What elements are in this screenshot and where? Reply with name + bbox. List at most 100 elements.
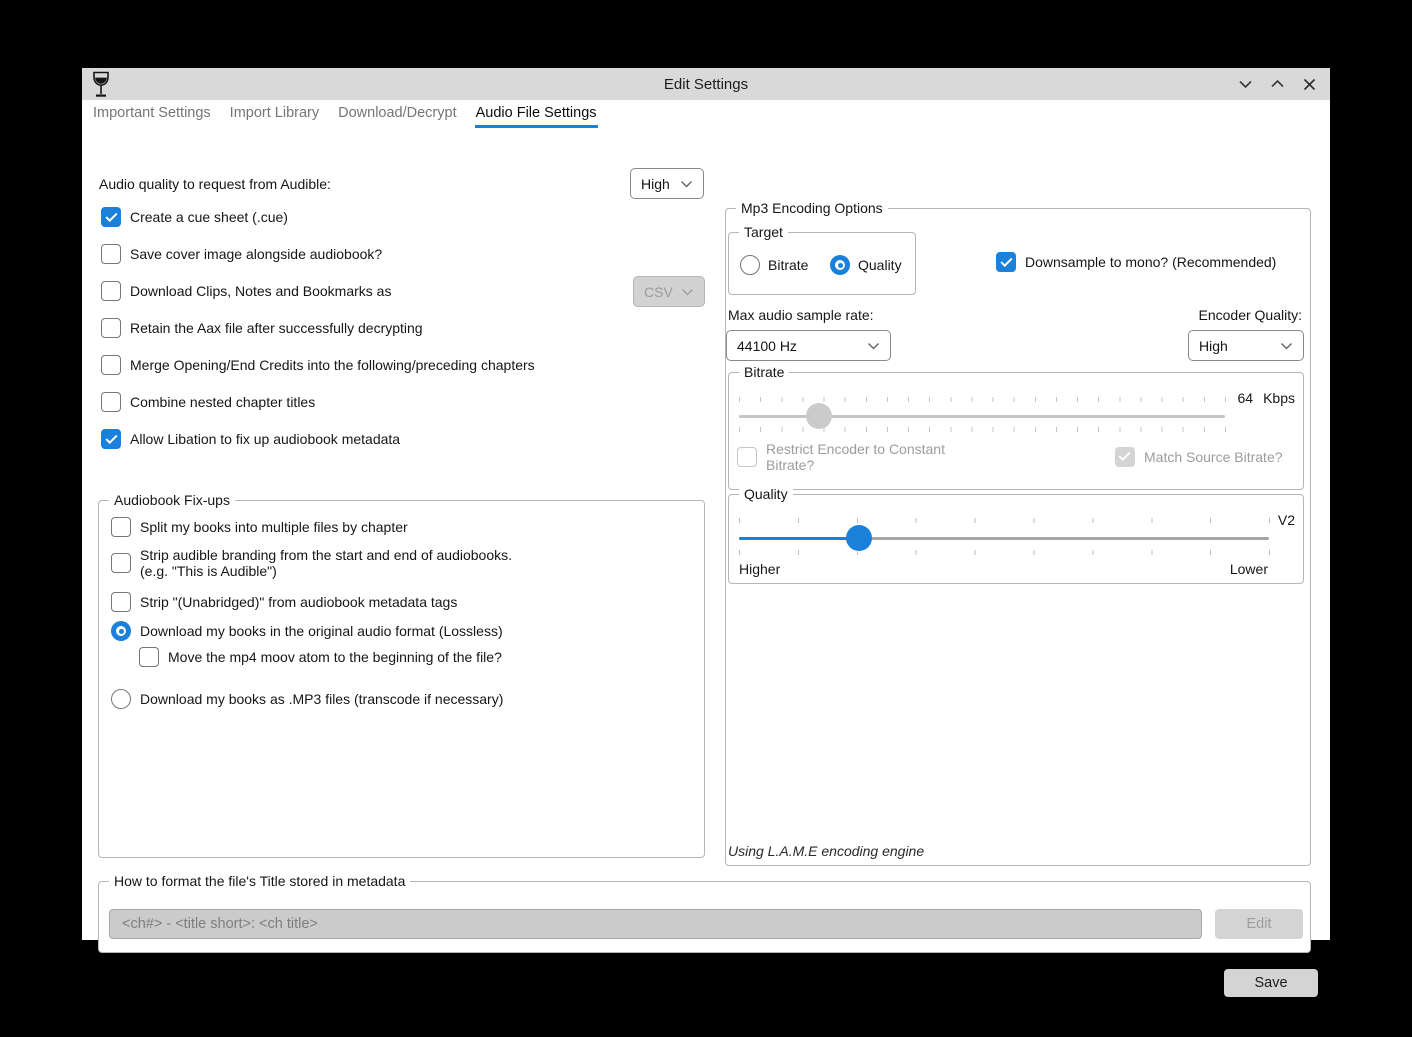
encoder-quality-dropdown[interactable]: High [1188, 330, 1304, 361]
download-clips-row: Download Clips, Notes and Bookmarks as [101, 281, 391, 301]
chevron-down-icon [680, 180, 693, 188]
bitrate-slider-thumb [806, 403, 832, 429]
tab-import-library[interactable]: Import Library [229, 100, 320, 128]
save-button[interactable]: Save [1224, 969, 1318, 997]
strip-branding-label: Strip audible branding from the start an… [140, 547, 512, 579]
moov-atom-checkbox[interactable] [139, 647, 159, 667]
bitrate-value-row: 64 Kbps [1238, 390, 1296, 406]
minimize-button[interactable] [1234, 73, 1256, 95]
titlebar[interactable]: Edit Settings [82, 68, 1330, 100]
match-source-row: Match Source Bitrate? [1115, 447, 1283, 467]
mp3-files-label: Download my books as .MP3 files (transco… [140, 691, 503, 707]
chevron-down-icon [681, 288, 694, 296]
save-cover-label: Save cover image alongside audiobook? [130, 246, 382, 262]
clips-format-dropdown: CSV [633, 276, 705, 307]
target-group: Target Bitrate Quality [728, 232, 916, 295]
quality-higher-label: Higher [739, 561, 780, 577]
bitrate-ticks-top [739, 397, 1227, 402]
mp3-files-radio[interactable] [111, 689, 131, 709]
target-quality-radio[interactable] [830, 255, 850, 275]
target-bitrate-label: Bitrate [768, 257, 808, 273]
allow-fixup-checkbox[interactable] [101, 429, 121, 449]
lossless-label: Download my books in the original audio … [140, 623, 503, 639]
match-source-checkbox [1115, 447, 1135, 467]
title-format-value: <ch#> - <title short>: <ch title> [122, 916, 318, 932]
target-quality-label: Quality [858, 257, 902, 273]
tab-important-settings[interactable]: Important Settings [92, 100, 212, 128]
audio-quality-dropdown[interactable]: High [630, 168, 704, 199]
quality-legend: Quality [739, 486, 793, 502]
create-cue-checkbox[interactable] [101, 207, 121, 227]
retain-aax-checkbox[interactable] [101, 318, 121, 338]
audio-quality-row: Audio quality to request from Audible: [99, 168, 705, 199]
target-legend: Target [739, 224, 788, 240]
encoding-engine-note: Using L.A.M.E encoding engine [728, 843, 924, 859]
split-books-label: Split my books into multiple files by ch… [140, 519, 408, 535]
create-cue-label: Create a cue sheet (.cue) [130, 209, 288, 225]
download-clips-label: Download Clips, Notes and Bookmarks as [130, 283, 391, 299]
edit-button: Edit [1215, 909, 1303, 939]
quality-value: V2 [1278, 512, 1295, 528]
merge-credits-checkbox[interactable] [101, 355, 121, 375]
quality-slider-thumb[interactable] [846, 525, 872, 551]
target-quality-option: Quality [830, 255, 902, 275]
tab-audio-file-settings[interactable]: Audio File Settings [475, 100, 598, 128]
close-button[interactable] [1298, 73, 1320, 95]
save-cover-row: Save cover image alongside audiobook? [101, 244, 382, 264]
encoder-quality-label-row: Encoder Quality: [1199, 307, 1303, 323]
audio-quality-value: High [641, 176, 670, 192]
strip-unabridged-checkbox[interactable] [111, 592, 131, 612]
sample-rate-label: Max audio sample rate: [728, 307, 874, 323]
quality-ticks-bottom [739, 550, 1271, 555]
bitrate-group: Bitrate 64 Kbps Restrict Encoder to Cons… [728, 372, 1304, 490]
bitrate-unit: Kbps [1263, 390, 1295, 406]
title-format-legend: How to format the file's Title stored in… [109, 873, 410, 889]
title-format-group: How to format the file's Title stored in… [98, 881, 1311, 953]
sample-rate-value: 44100 Hz [737, 338, 797, 354]
moov-atom-label: Move the mp4 moov atom to the beginning … [168, 649, 502, 665]
combine-nested-row: Combine nested chapter titles [101, 392, 315, 412]
retain-aax-label: Retain the Aax file after successfully d… [130, 320, 423, 336]
downsample-checkbox[interactable] [996, 252, 1016, 272]
split-books-checkbox[interactable] [111, 517, 131, 537]
title-format-input: <ch#> - <title short>: <ch title> [109, 909, 1202, 939]
sample-rate-label-row: Max audio sample rate: [728, 307, 874, 323]
mp3-files-row: Download my books as .MP3 files (transco… [111, 689, 503, 709]
chevron-down-icon [867, 342, 880, 350]
encoder-quality-label: Encoder Quality: [1199, 307, 1303, 323]
restrict-cbr-label: Restrict Encoder to Constant Bitrate? [766, 441, 978, 473]
sample-rate-dropdown[interactable]: 44100 Hz [726, 330, 891, 361]
window-title: Edit Settings [82, 76, 1330, 93]
split-books-row: Split my books into multiple files by ch… [111, 517, 408, 537]
restrict-cbr-checkbox [737, 447, 757, 467]
downsample-label: Downsample to mono? (Recommended) [1025, 254, 1276, 270]
window-controls [1234, 68, 1320, 100]
allow-fixup-label: Allow Libation to fix up audiobook metad… [130, 431, 400, 447]
mp3-encoding-options-group: Mp3 Encoding Options Target Bitrate Qual… [725, 208, 1311, 866]
save-cover-checkbox[interactable] [101, 244, 121, 264]
chevron-down-icon [1280, 342, 1293, 350]
match-source-label: Match Source Bitrate? [1144, 449, 1283, 465]
create-cue-row: Create a cue sheet (.cue) [101, 207, 288, 227]
strip-branding-checkbox[interactable] [111, 553, 131, 573]
strip-unabridged-label: Strip "(Unabridged)" from audiobook meta… [140, 594, 457, 610]
quality-group: Quality V2 Higher Lower [728, 494, 1304, 584]
moov-atom-row: Move the mp4 moov atom to the beginning … [139, 647, 502, 667]
combine-nested-checkbox[interactable] [101, 392, 121, 412]
retain-aax-row: Retain the Aax file after successfully d… [101, 318, 423, 338]
audiobook-fixups-legend: Audiobook Fix-ups [109, 492, 235, 508]
lossless-row: Download my books in the original audio … [111, 621, 503, 641]
lossless-radio[interactable] [111, 621, 131, 641]
audiobook-fixups-group: Audiobook Fix-ups Split my books into mu… [98, 500, 705, 858]
tab-download-decrypt[interactable]: Download/Decrypt [337, 100, 457, 128]
quality-slider-active-track [739, 537, 859, 540]
merge-credits-label: Merge Opening/End Credits into the follo… [130, 357, 535, 373]
mp3-encoding-options-legend: Mp3 Encoding Options [736, 200, 888, 216]
quality-lower-label: Lower [1230, 561, 1268, 577]
maximize-button[interactable] [1266, 73, 1288, 95]
downsample-row: Downsample to mono? (Recommended) [996, 252, 1276, 272]
restrict-cbr-row: Restrict Encoder to Constant Bitrate? [737, 441, 978, 473]
download-clips-checkbox[interactable] [101, 281, 121, 301]
audio-quality-label: Audio quality to request from Audible: [99, 176, 331, 192]
target-bitrate-radio[interactable] [740, 255, 760, 275]
